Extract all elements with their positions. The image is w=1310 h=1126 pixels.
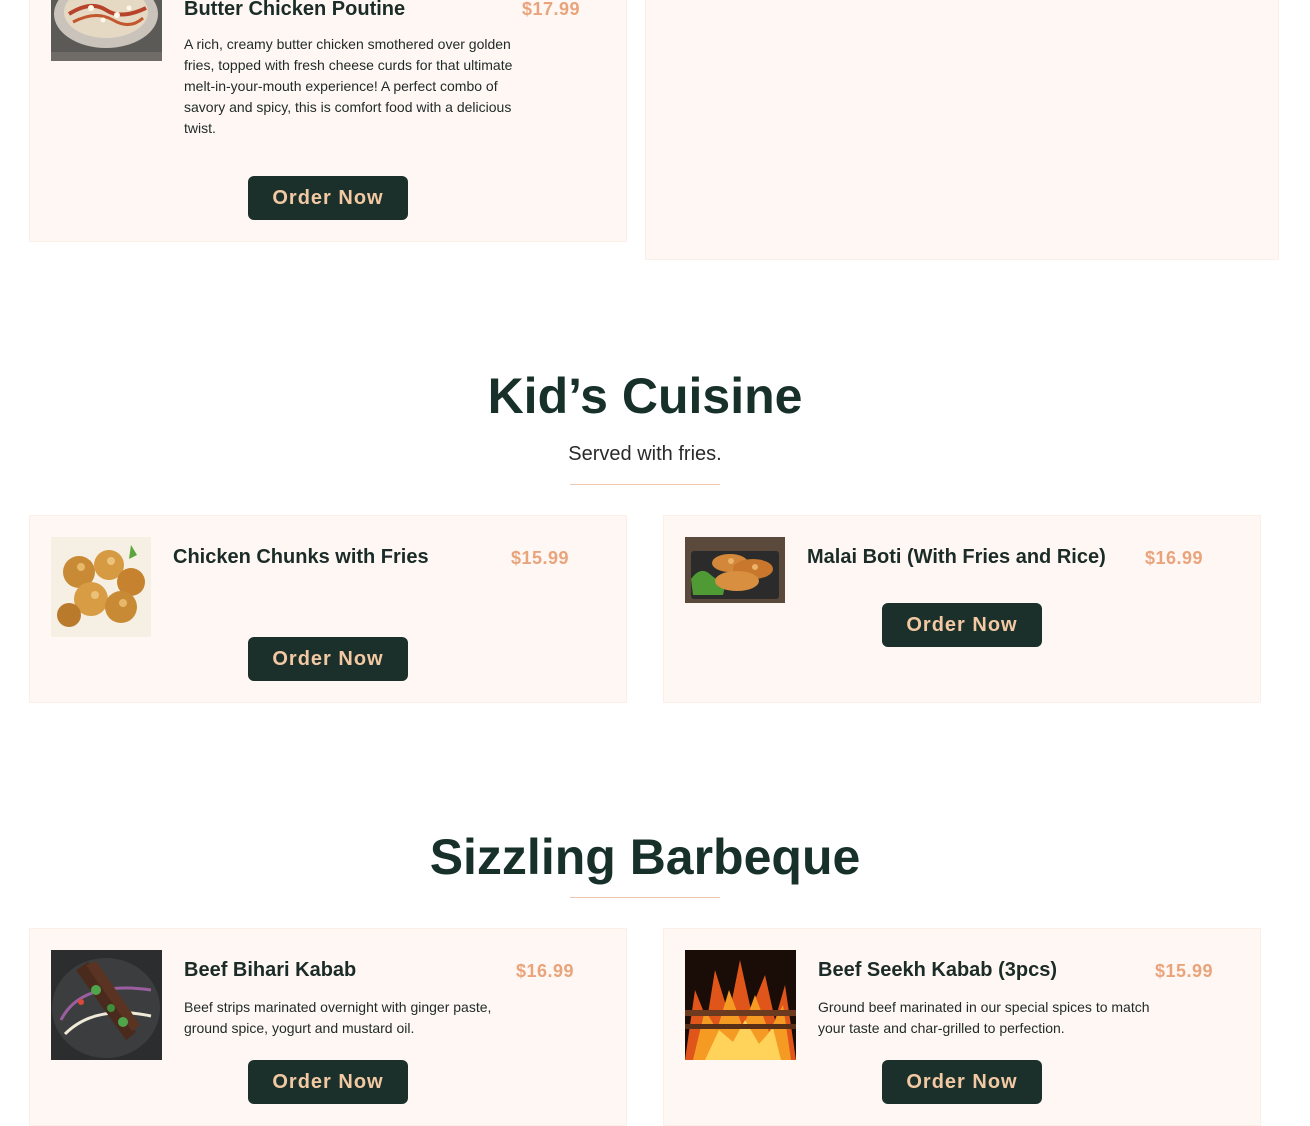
section-title-sizzling-barbeque: Sizzling Barbeque xyxy=(429,829,861,885)
menu-card-beef-bihari-kabab: Beef Bihari Kabab $16.99 Beef strips mar… xyxy=(29,928,627,1126)
item-price: $15.99 xyxy=(1155,961,1214,981)
item-price: $16.99 xyxy=(516,961,575,981)
dish-image-chicken-chunks xyxy=(51,537,151,637)
section-divider xyxy=(570,484,720,485)
section-title-kids-cuisine: Kid’s Cuisine xyxy=(487,368,803,424)
item-title: Beef Bihari Kabab xyxy=(184,959,357,981)
dish-image-beef-seekh-kabab xyxy=(685,950,796,1060)
item-title: Butter Chicken Poutine xyxy=(184,0,406,20)
section-subtitle: Served with fries. xyxy=(568,443,722,465)
item-description: A rich, creamy butter chicken smothered … xyxy=(184,36,513,136)
dish-image-malai-boti xyxy=(685,537,785,603)
item-title: Malai Boti (With Fries and Rice) xyxy=(807,546,1106,568)
section-divider xyxy=(570,897,720,898)
order-now-button[interactable]: Order Now xyxy=(882,603,1042,647)
dish-image-butter-chicken-poutine xyxy=(51,0,162,61)
item-description: Beef strips marinated overnight with gin… xyxy=(184,999,492,1036)
item-price: $15.99 xyxy=(511,548,570,568)
menu-card-malai-boti: Malai Boti (With Fries and Rice) $16.99 … xyxy=(663,515,1261,703)
menu-card-beef-seekh-kabab: Beef Seekh Kabab (3pcs) $15.99 Ground be… xyxy=(663,928,1261,1126)
order-now-button[interactable]: Order Now xyxy=(882,1060,1042,1104)
dish-image-beef-bihari-kabab xyxy=(51,950,162,1060)
order-now-button[interactable]: Order Now xyxy=(248,176,408,220)
item-description: Ground beef marinated in our special spi… xyxy=(818,999,1150,1036)
order-now-button[interactable]: Order Now xyxy=(248,1060,408,1104)
order-now-button[interactable]: Order Now xyxy=(248,637,408,681)
item-title: Chicken Chunks with Fries xyxy=(173,546,429,568)
item-price: $17.99 xyxy=(522,0,581,19)
menu-card-empty xyxy=(645,0,1279,260)
menu-card-butter-chicken-poutine: Butter Chicken Poutine $17.99 A rich, cr… xyxy=(29,0,627,242)
item-price: $16.99 xyxy=(1145,548,1204,568)
menu-card-chicken-chunks: Chicken Chunks with Fries $15.99 Order N… xyxy=(29,515,627,703)
item-title: Beef Seekh Kabab (3pcs) xyxy=(818,959,1057,981)
